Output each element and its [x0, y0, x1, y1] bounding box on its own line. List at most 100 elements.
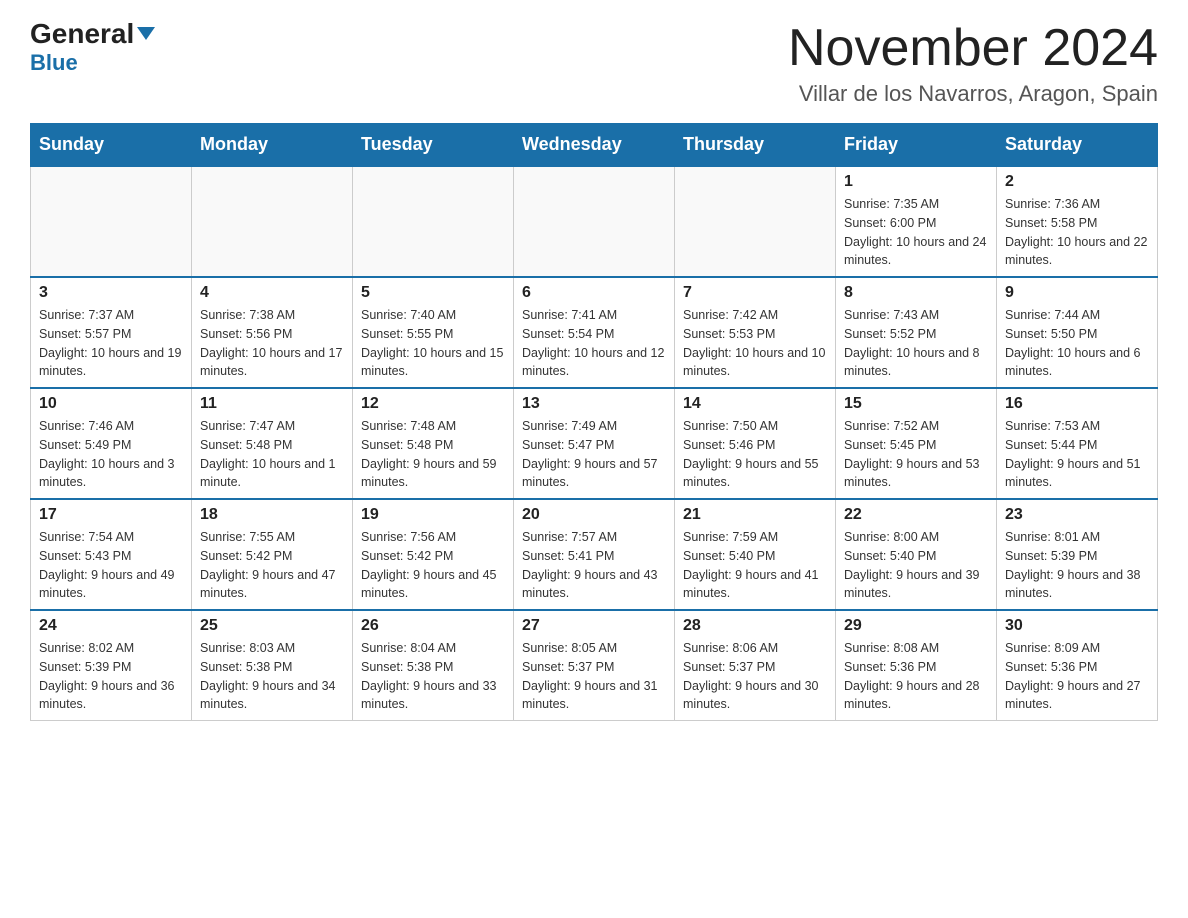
table-row: 9Sunrise: 7:44 AM Sunset: 5:50 PM Daylig… [997, 277, 1158, 388]
header-saturday: Saturday [997, 124, 1158, 167]
day-info: Sunrise: 7:47 AM Sunset: 5:48 PM Dayligh… [200, 417, 344, 492]
header-wednesday: Wednesday [514, 124, 675, 167]
day-info: Sunrise: 8:02 AM Sunset: 5:39 PM Dayligh… [39, 639, 183, 714]
table-row: 4 Sunrise: 7:38 AM Sunset: 5:56 PM Daylig… [192, 277, 353, 388]
table-row: 19Sunrise: 7:56 AM Sunset: 5:42 PM Dayli… [353, 499, 514, 610]
day-info: Sunrise: 7:53 AM Sunset: 5:44 PM Dayligh… [1005, 417, 1149, 492]
calendar-week-row: 10 Sunrise: 7:46 AM Sunset: 5:49 PM Dayli… [31, 388, 1158, 499]
day-info: Sunrise: 7:40 AM Sunset: 5:55 PM Dayligh… [361, 306, 505, 381]
day-number: 27 [522, 617, 666, 635]
table-row: 7 Sunrise: 7:42 AM Sunset: 5:53 PM Daylig… [675, 277, 836, 388]
title-block: November 2024 Villar de los Navarros, Ar… [788, 20, 1158, 107]
calendar-table: Sunday Monday Tuesday Wednesday Thursday… [30, 123, 1158, 721]
day-info: Sunrise: 7:49 AM Sunset: 5:47 PM Dayligh… [522, 417, 666, 492]
table-row: 8 Sunrise: 7:43 AM Sunset: 5:52 PM Daylig… [836, 277, 997, 388]
table-row [31, 166, 192, 277]
day-number: 5 [361, 284, 505, 302]
day-number: 25 [200, 617, 344, 635]
day-number: 7 [683, 284, 827, 302]
table-row: 10 Sunrise: 7:46 AM Sunset: 5:49 PM Dayli… [31, 388, 192, 499]
table-row: 14Sunrise: 7:50 AM Sunset: 5:46 PM Dayli… [675, 388, 836, 499]
table-row: 29 Sunrise: 8:08 AM Sunset: 5:36 PM Dayli… [836, 610, 997, 721]
day-info: Sunrise: 7:59 AM Sunset: 5:40 PM Dayligh… [683, 528, 827, 603]
day-info: Sunrise: 8:05 AM Sunset: 5:37 PM Dayligh… [522, 639, 666, 714]
table-row: 22Sunrise: 8:00 AM Sunset: 5:40 PM Dayli… [836, 499, 997, 610]
table-row: 15 Sunrise: 7:52 AM Sunset: 5:45 PM Dayli… [836, 388, 997, 499]
calendar-week-row: 24 Sunrise: 8:02 AM Sunset: 5:39 PM Dayli… [31, 610, 1158, 721]
day-info: Sunrise: 7:42 AM Sunset: 5:53 PM Dayligh… [683, 306, 827, 381]
day-info: Sunrise: 7:41 AM Sunset: 5:54 PM Dayligh… [522, 306, 666, 381]
day-number: 11 [200, 395, 344, 413]
table-row: 2 Sunrise: 7:36 AM Sunset: 5:58 PM Daylig… [997, 166, 1158, 277]
day-info: Sunrise: 8:03 AM Sunset: 5:38 PM Dayligh… [200, 639, 344, 714]
month-year-title: November 2024 [788, 20, 1158, 77]
day-number: 16 [1005, 395, 1149, 413]
day-info: Sunrise: 7:56 AM Sunset: 5:42 PM Dayligh… [361, 528, 505, 603]
day-info: Sunrise: 8:06 AM Sunset: 5:37 PM Dayligh… [683, 639, 827, 714]
table-row: 20 Sunrise: 7:57 AM Sunset: 5:41 PM Dayli… [514, 499, 675, 610]
day-info: Sunrise: 7:46 AM Sunset: 5:49 PM Dayligh… [39, 417, 183, 492]
header-thursday: Thursday [675, 124, 836, 167]
table-row [353, 166, 514, 277]
day-number: 20 [522, 506, 666, 524]
table-row [675, 166, 836, 277]
logo-general: General [30, 20, 155, 48]
day-number: 12 [361, 395, 505, 413]
day-number: 29 [844, 617, 988, 635]
day-info: Sunrise: 7:36 AM Sunset: 5:58 PM Dayligh… [1005, 195, 1149, 270]
day-number: 21 [683, 506, 827, 524]
logo-triangle-icon [137, 27, 155, 40]
day-number: 2 [1005, 173, 1149, 191]
day-info: Sunrise: 8:01 AM Sunset: 5:39 PM Dayligh… [1005, 528, 1149, 603]
day-info: Sunrise: 7:57 AM Sunset: 5:41 PM Dayligh… [522, 528, 666, 603]
day-number: 24 [39, 617, 183, 635]
table-row: 16 Sunrise: 7:53 AM Sunset: 5:44 PM Dayli… [997, 388, 1158, 499]
day-number: 28 [683, 617, 827, 635]
table-row: 23 Sunrise: 8:01 AM Sunset: 5:39 PM Dayli… [997, 499, 1158, 610]
day-number: 30 [1005, 617, 1149, 635]
logo: General Blue [30, 20, 155, 76]
day-number: 10 [39, 395, 183, 413]
day-number: 18 [200, 506, 344, 524]
day-number: 8 [844, 284, 988, 302]
table-row: 13 Sunrise: 7:49 AM Sunset: 5:47 PM Dayli… [514, 388, 675, 499]
table-row: 5 Sunrise: 7:40 AM Sunset: 5:55 PM Daylig… [353, 277, 514, 388]
day-info: Sunrise: 7:55 AM Sunset: 5:42 PM Dayligh… [200, 528, 344, 603]
day-number: 6 [522, 284, 666, 302]
day-info: Sunrise: 7:54 AM Sunset: 5:43 PM Dayligh… [39, 528, 183, 603]
table-row: 17 Sunrise: 7:54 AM Sunset: 5:43 PM Dayli… [31, 499, 192, 610]
day-info: Sunrise: 7:43 AM Sunset: 5:52 PM Dayligh… [844, 306, 988, 381]
day-number: 1 [844, 173, 988, 191]
header-monday: Monday [192, 124, 353, 167]
day-number: 23 [1005, 506, 1149, 524]
day-number: 15 [844, 395, 988, 413]
day-number: 17 [39, 506, 183, 524]
table-row: 6 Sunrise: 7:41 AM Sunset: 5:54 PM Daylig… [514, 277, 675, 388]
day-info: Sunrise: 8:08 AM Sunset: 5:36 PM Dayligh… [844, 639, 988, 714]
day-info: Sunrise: 7:50 AM Sunset: 5:46 PM Dayligh… [683, 417, 827, 492]
table-row: 26 Sunrise: 8:04 AM Sunset: 5:38 PM Dayli… [353, 610, 514, 721]
day-info: Sunrise: 8:00 AM Sunset: 5:40 PM Dayligh… [844, 528, 988, 603]
location-subtitle: Villar de los Navarros, Aragon, Spain [788, 81, 1158, 107]
day-number: 26 [361, 617, 505, 635]
table-row: 24 Sunrise: 8:02 AM Sunset: 5:39 PM Dayli… [31, 610, 192, 721]
calendar-header-row: Sunday Monday Tuesday Wednesday Thursday… [31, 124, 1158, 167]
table-row: 27 Sunrise: 8:05 AM Sunset: 5:37 PM Dayli… [514, 610, 675, 721]
day-info: Sunrise: 8:04 AM Sunset: 5:38 PM Dayligh… [361, 639, 505, 714]
day-info: Sunrise: 7:37 AM Sunset: 5:57 PM Dayligh… [39, 306, 183, 381]
header-tuesday: Tuesday [353, 124, 514, 167]
table-row: 3 Sunrise: 7:37 AM Sunset: 5:57 PM Daylig… [31, 277, 192, 388]
table-row: 1Sunrise: 7:35 AM Sunset: 6:00 PM Daylig… [836, 166, 997, 277]
logo-blue: Blue [30, 50, 78, 76]
day-info: Sunrise: 7:52 AM Sunset: 5:45 PM Dayligh… [844, 417, 988, 492]
day-number: 13 [522, 395, 666, 413]
day-number: 9 [1005, 284, 1149, 302]
calendar-week-row: 1Sunrise: 7:35 AM Sunset: 6:00 PM Daylig… [31, 166, 1158, 277]
table-row [514, 166, 675, 277]
day-number: 3 [39, 284, 183, 302]
header-friday: Friday [836, 124, 997, 167]
day-info: Sunrise: 7:38 AM Sunset: 5:56 PM Dayligh… [200, 306, 344, 381]
page-header: General Blue November 2024 Villar de los… [30, 20, 1158, 107]
day-number: 4 [200, 284, 344, 302]
table-row: 25 Sunrise: 8:03 AM Sunset: 5:38 PM Dayli… [192, 610, 353, 721]
